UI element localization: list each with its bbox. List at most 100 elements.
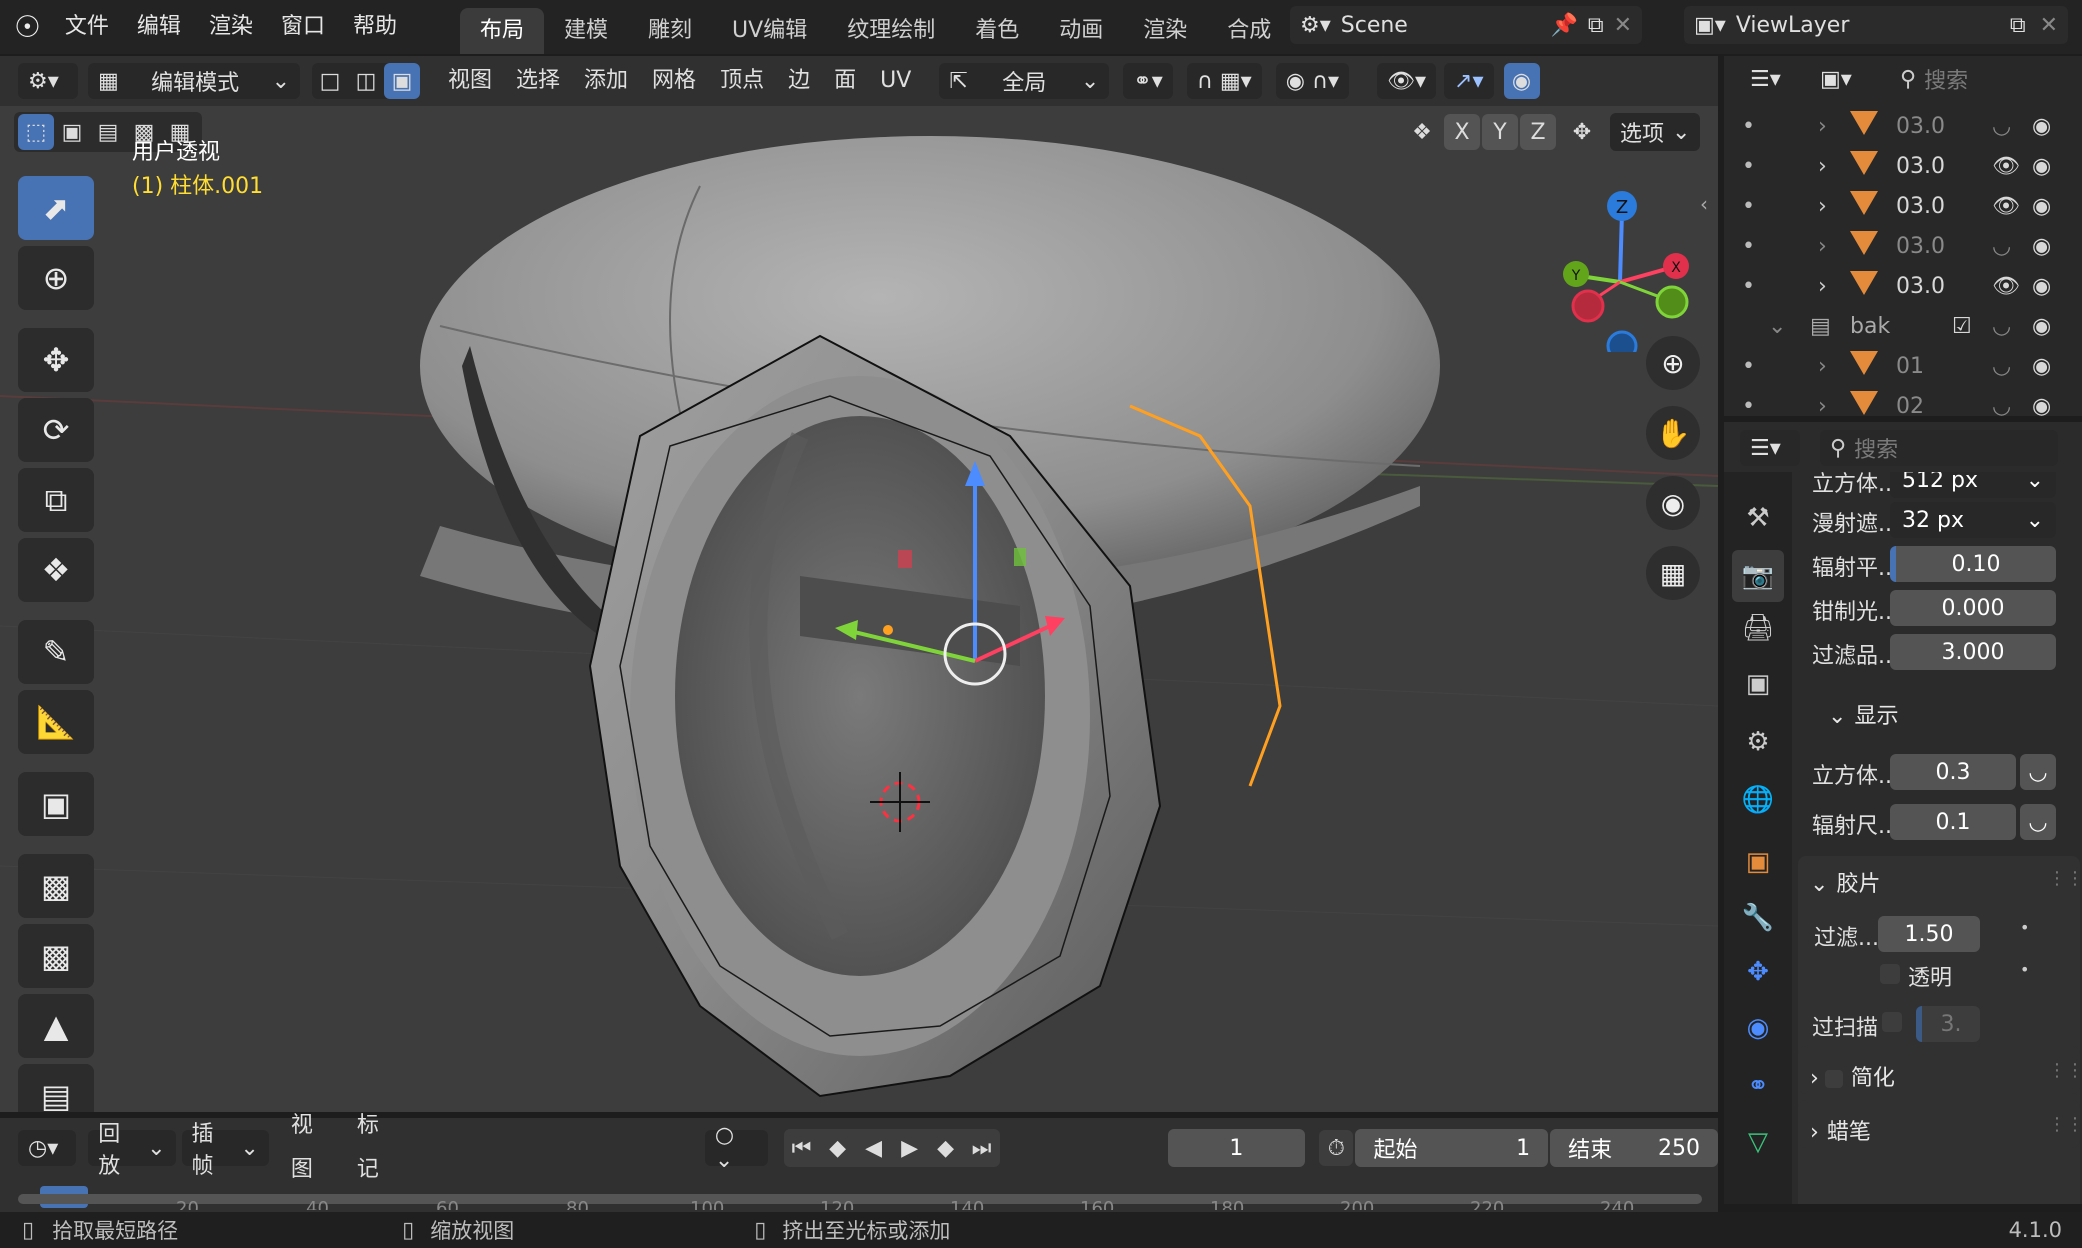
outliner-row[interactable]: • › 03.0 👁 ◉ <box>1724 266 2082 306</box>
menu-face[interactable]: 面 <box>822 56 868 106</box>
drag-handle-icon[interactable]: ⋮⋮ <box>2048 868 2082 889</box>
render-camera-icon[interactable]: ◉ <box>2032 194 2051 219</box>
cube-display-size-field[interactable]: 0.3 <box>1890 754 2016 790</box>
pivot-selector[interactable]: ⚭▾ <box>1123 63 1173 99</box>
scene-selector[interactable]: ⚙▾ Scene 📌 ⧉ ✕ <box>1290 6 1642 44</box>
view-layer-tab-icon[interactable]: ▣ <box>1732 658 1784 710</box>
menu-uv[interactable]: UV <box>868 56 923 106</box>
simplify-checkbox[interactable] <box>1824 1070 1843 1088</box>
tab-animation[interactable]: 动画 <box>1039 8 1123 54</box>
tool-cursor[interactable]: ⊕ <box>18 246 94 310</box>
camera-icon[interactable]: ◉ <box>1646 476 1700 530</box>
visibility-toggle-icon[interactable]: ◡ <box>2020 754 2056 790</box>
render-camera-icon[interactable]: ◉ <box>2032 274 2051 299</box>
expand-arrow-icon[interactable]: › <box>1818 354 1827 379</box>
scene-name[interactable]: Scene <box>1341 13 1551 38</box>
mirror-z-toggle[interactable]: Z <box>1520 114 1556 150</box>
sidebar-toggle-icon[interactable]: ‹ <box>1700 192 1708 216</box>
keyframe-dot-icon[interactable]: • <box>2020 960 2029 979</box>
hand-pan-icon[interactable]: ✋ <box>1646 406 1700 460</box>
visibility-selector[interactable]: 👁▾ <box>1377 63 1437 99</box>
tool-move[interactable]: ✥ <box>18 328 94 392</box>
properties-search[interactable]: ⚲ 搜索 <box>1820 430 2058 466</box>
proportional-edit-selector[interactable]: ◉ ∩▾ <box>1275 63 1350 99</box>
tool-rotate[interactable]: ⟳ <box>18 398 94 462</box>
delete-view-layer-icon[interactable]: ✕ <box>2040 13 2058 38</box>
film-panel-header[interactable]: ⌄ 胶片 <box>1810 866 1880 898</box>
outliner-collection-row[interactable]: ⌄ ▤ bak ☑ ◡ ◉ <box>1724 306 2082 346</box>
render-camera-icon[interactable]: ◉ <box>2032 354 2051 379</box>
render-camera-icon[interactable]: ◉ <box>2032 154 2051 179</box>
film-filter-size-field[interactable]: 1.50 <box>1878 916 1980 952</box>
jump-end-icon[interactable]: ⏭ <box>964 1130 1000 1166</box>
snap-selector[interactable]: ∩ ▦▾ <box>1186 63 1262 99</box>
navigation-gizmo[interactable]: Z X Y <box>1540 172 1710 352</box>
timeline-ruler[interactable]: 20 40 60 80 100 120 140 160 180 200 220 … <box>18 1184 1702 1210</box>
overscan-checkbox[interactable] <box>1882 1012 1902 1032</box>
blender-logo-icon[interactable]: ☉ <box>14 10 41 45</box>
checkbox-checked-icon[interactable]: ☑ <box>1952 314 1972 339</box>
delete-scene-icon[interactable]: ✕ <box>1614 13 1632 38</box>
zoom-icon[interactable]: ⊕ <box>1646 336 1700 390</box>
mirror-y-toggle[interactable]: Y <box>1482 114 1518 150</box>
tool-scale[interactable]: ⧉ <box>18 468 94 532</box>
preview-range-icon[interactable]: ⏱ <box>1319 1130 1354 1166</box>
modifier-wrench-icon[interactable]: 🔧 <box>1732 892 1784 944</box>
outliner-search[interactable]: ⚲ 搜索 <box>1890 61 2060 97</box>
render-tab-icon[interactable]: 📷 <box>1732 550 1784 602</box>
diffuse-bounce-dropdown[interactable]: 32 px ⌄ <box>1890 502 2056 538</box>
expand-arrow-icon[interactable]: › <box>1818 394 1827 417</box>
world-tab-icon[interactable]: 🌐 <box>1732 774 1784 826</box>
menu-view[interactable]: 视图 <box>436 56 504 106</box>
collapse-arrow-icon[interactable]: ⌄ <box>1768 314 1786 339</box>
hidden-eye-icon[interactable]: ◡ <box>1992 234 2011 259</box>
frame-end-field[interactable]: 结束 250 <box>1550 1129 1718 1167</box>
timeline-view-menu[interactable]: 视图 <box>279 1104 345 1192</box>
tool-bevel[interactable]: ▲ <box>18 994 94 1058</box>
next-keyframe-icon[interactable]: ◆ <box>928 1130 964 1166</box>
drag-handle-icon[interactable]: ⋮⋮ <box>2048 1060 2082 1081</box>
tab-rendering[interactable]: 渲染 <box>1123 8 1207 54</box>
transparent-checkbox[interactable] <box>1880 964 1900 984</box>
mode-selector[interactable]: ▦ 编辑模式 ⌄ <box>88 63 300 99</box>
face-select-icon[interactable]: ▣ <box>384 63 420 99</box>
tool-extrude[interactable]: ▩ <box>18 854 94 918</box>
outliner-row[interactable]: • › 03.0 ◡ ◉ <box>1724 226 2082 266</box>
object-tab-icon[interactable]: ▣ <box>1732 836 1784 888</box>
menu-add[interactable]: 添加 <box>572 56 640 106</box>
data-tab-icon[interactable]: ▽ <box>1732 1116 1784 1168</box>
drag-handle-icon[interactable]: ⋮⋮ <box>2048 1114 2082 1135</box>
overlay-icon[interactable]: ◉ <box>1503 63 1540 99</box>
timeline-editor-type[interactable]: ◷▾ <box>18 1130 77 1166</box>
expand-arrow-icon[interactable]: › <box>1818 154 1827 179</box>
eye-icon[interactable]: 👁 <box>1992 154 2020 179</box>
expand-arrow-icon[interactable]: › <box>1818 234 1827 259</box>
outliner-editor-type[interactable]: ☰▾ <box>1740 61 1800 97</box>
menu-select[interactable]: 选择 <box>504 56 572 106</box>
render-camera-icon[interactable]: ◉ <box>2032 394 2051 417</box>
hidden-eye-icon[interactable]: ◡ <box>1992 114 2011 139</box>
tool-loop-cut[interactable]: ▤ <box>18 1064 94 1112</box>
menu-vertex[interactable]: 顶点 <box>708 56 776 106</box>
irradiance-smoothing-field[interactable]: 0.10 <box>1890 546 2056 582</box>
tab-texture-paint[interactable]: 纹理绘制 <box>827 8 955 54</box>
constraints-tab-icon[interactable]: ⚭ <box>1732 1060 1784 1112</box>
tool-tab-icon[interactable]: ⚒ <box>1732 492 1784 544</box>
view-layer-selector[interactable]: ▣▾ ViewLayer ⧉ ✕ <box>1684 6 2068 44</box>
cube-size-dropdown[interactable]: 512 px ⌄ <box>1890 472 2056 498</box>
simplify-panel-header[interactable]: › 简化 <box>1810 1060 1895 1092</box>
properties-editor-type[interactable]: ☰▾ <box>1740 430 1800 466</box>
hidden-eye-icon[interactable]: ◡ <box>1992 354 2011 379</box>
eye-icon[interactable]: 👁 <box>1992 274 2020 299</box>
menu-help[interactable]: 帮助 <box>339 0 411 54</box>
render-camera-icon[interactable]: ◉ <box>2032 114 2051 139</box>
select-box-icon[interactable]: ⬚ <box>18 114 54 150</box>
hidden-eye-icon[interactable]: ◡ <box>1992 314 2011 339</box>
current-frame-field[interactable]: 1 <box>1167 1129 1306 1167</box>
outliner-row[interactable]: • › 01 ◡ ◉ <box>1724 346 2082 386</box>
tool-inset[interactable]: ▩ <box>18 924 94 988</box>
tab-shading[interactable]: 着色 <box>955 8 1039 54</box>
expand-arrow-icon[interactable]: › <box>1818 274 1827 299</box>
output-tab-icon[interactable]: 🖨 <box>1732 602 1784 654</box>
expand-arrow-icon[interactable]: › <box>1818 114 1827 139</box>
